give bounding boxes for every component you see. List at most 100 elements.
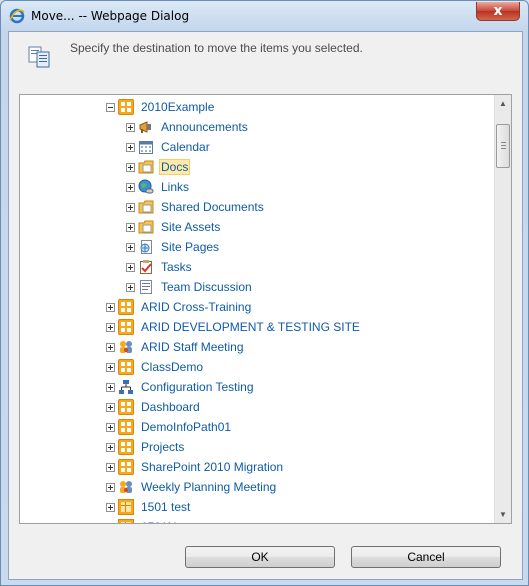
destination-tree[interactable]: 2010Example Announcements Calendar Docs Link… bbox=[19, 94, 512, 524]
tree-node-label[interactable]: ARID DEVELOPMENT & TESTING SITE bbox=[139, 319, 362, 335]
expand-icon[interactable] bbox=[106, 482, 115, 492]
expand-icon[interactable] bbox=[106, 382, 115, 392]
chevron-up-icon: ▲ bbox=[499, 99, 507, 108]
expand-icon[interactable] bbox=[106, 402, 115, 412]
tree-node-label[interactable]: Configuration Testing bbox=[139, 379, 256, 395]
tree-node[interactable]: Dashboard bbox=[106, 397, 202, 417]
scroll-thumb[interactable] bbox=[496, 124, 510, 168]
tree-node-label[interactable]: DemoInfoPath01 bbox=[139, 419, 233, 435]
vertical-scrollbar[interactable]: ▲ ▼ bbox=[494, 95, 511, 523]
expand-icon[interactable] bbox=[126, 262, 135, 272]
document-library-icon bbox=[138, 159, 154, 175]
tree-node[interactable]: 2010Example bbox=[106, 97, 216, 117]
tree-node[interactable]: Site Assets bbox=[126, 217, 222, 237]
instruction-header: Specify the destination to move the item… bbox=[9, 32, 522, 90]
site-icon bbox=[118, 299, 134, 315]
tree-node[interactable]: Announcements bbox=[126, 117, 250, 137]
grip-line bbox=[501, 145, 506, 146]
tree-node[interactable]: Docs bbox=[126, 157, 191, 177]
site-icon bbox=[118, 319, 134, 335]
tree-node[interactable]: Projects bbox=[106, 437, 186, 457]
tree-node[interactable]: 1501New bbox=[106, 517, 194, 523]
tree-node-label[interactable]: SharePoint 2010 Migration bbox=[139, 459, 285, 475]
ok-button[interactable]: OK bbox=[185, 546, 335, 568]
close-button[interactable]: x bbox=[476, 2, 520, 21]
expand-icon[interactable] bbox=[106, 342, 115, 352]
scroll-down-button[interactable]: ▼ bbox=[495, 506, 511, 523]
window-title: Move... -- Webpage Dialog bbox=[31, 9, 190, 23]
tree-node-label[interactable]: Team Discussion bbox=[159, 279, 254, 295]
tree-node[interactable]: Weekly Planning Meeting bbox=[106, 477, 278, 497]
expand-icon[interactable] bbox=[126, 182, 135, 192]
instruction-text: Specify the destination to move the item… bbox=[70, 41, 363, 55]
internet-explorer-icon bbox=[9, 8, 25, 24]
tree-node-label[interactable]: 1501 test bbox=[139, 499, 192, 515]
tree-node-label[interactable]: Links bbox=[159, 179, 191, 195]
document-library-icon bbox=[138, 219, 154, 235]
tree-node[interactable]: 1501 test bbox=[106, 497, 192, 517]
tree-node[interactable]: ARID DEVELOPMENT & TESTING SITE bbox=[106, 317, 362, 337]
expand-icon[interactable] bbox=[106, 322, 115, 332]
dialog-body: Specify the destination to move the item… bbox=[8, 31, 523, 580]
grip-line bbox=[501, 148, 506, 149]
tree-node-label[interactable]: 2010Example bbox=[139, 99, 216, 115]
expand-icon[interactable] bbox=[126, 202, 135, 212]
tree-node-label[interactable]: Projects bbox=[139, 439, 186, 455]
scroll-up-button[interactable]: ▲ bbox=[495, 95, 511, 112]
expand-icon[interactable] bbox=[106, 362, 115, 372]
expand-icon[interactable] bbox=[106, 502, 115, 512]
expand-icon[interactable] bbox=[106, 422, 115, 432]
tree-node[interactable]: Team Discussion bbox=[126, 277, 254, 297]
tree-node-label[interactable]: ClassDemo bbox=[139, 359, 205, 375]
grip-line bbox=[501, 142, 506, 143]
tree-node-label[interactable]: 1501New bbox=[139, 519, 194, 523]
tree-node[interactable]: Links bbox=[126, 177, 191, 197]
expand-icon[interactable] bbox=[106, 462, 115, 472]
table-site-icon bbox=[118, 519, 134, 523]
tree-node[interactable]: ARID Staff Meeting bbox=[106, 337, 246, 357]
tree-node[interactable]: Calendar bbox=[126, 137, 212, 157]
expand-icon[interactable] bbox=[126, 282, 135, 292]
expand-icon[interactable] bbox=[106, 442, 115, 452]
site-pages-icon bbox=[138, 239, 154, 255]
site-icon bbox=[118, 419, 134, 435]
document-library-icon bbox=[138, 199, 154, 215]
expand-icon[interactable] bbox=[106, 522, 115, 523]
tree-node-label[interactable]: ARID Cross-Training bbox=[139, 299, 253, 315]
chevron-down-icon: ▼ bbox=[499, 510, 507, 519]
expand-icon[interactable] bbox=[106, 302, 115, 312]
cancel-button[interactable]: Cancel bbox=[351, 546, 501, 568]
tree-node[interactable]: Shared Documents bbox=[126, 197, 266, 217]
site-icon bbox=[118, 399, 134, 415]
calendar-icon bbox=[138, 139, 154, 155]
expand-icon[interactable] bbox=[126, 222, 135, 232]
tree-node-label[interactable]: Site Pages bbox=[159, 239, 221, 255]
expand-icon[interactable] bbox=[126, 142, 135, 152]
tree-node-label[interactable]: Announcements bbox=[159, 119, 250, 135]
tree-node-label[interactable]: Calendar bbox=[159, 139, 212, 155]
site-icon bbox=[118, 459, 134, 475]
title-bar[interactable]: Move... -- Webpage Dialog x bbox=[1, 1, 528, 31]
site-icon bbox=[118, 439, 134, 455]
expand-icon[interactable] bbox=[126, 242, 135, 252]
tree-node-label[interactable]: ARID Staff Meeting bbox=[139, 339, 246, 355]
tree-node-label[interactable]: Docs bbox=[159, 159, 191, 175]
tree-node[interactable]: Configuration Testing bbox=[106, 377, 256, 397]
expand-icon[interactable] bbox=[126, 162, 135, 172]
tree-node[interactable]: Site Pages bbox=[126, 237, 221, 257]
tasks-icon bbox=[138, 259, 154, 275]
tree-node[interactable]: Tasks bbox=[126, 257, 194, 277]
tree-node-label[interactable]: Shared Documents bbox=[159, 199, 266, 215]
collapse-icon[interactable] bbox=[106, 102, 115, 112]
table-site-icon bbox=[118, 499, 134, 515]
expand-icon[interactable] bbox=[126, 122, 135, 132]
tree-node-label[interactable]: Weekly Planning Meeting bbox=[139, 479, 278, 495]
tree-node[interactable]: ClassDemo bbox=[106, 357, 205, 377]
tree-node[interactable]: DemoInfoPath01 bbox=[106, 417, 233, 437]
tree-node-label[interactable]: Dashboard bbox=[139, 399, 202, 415]
tree-node-label[interactable]: Site Assets bbox=[159, 219, 222, 235]
tree-node[interactable]: ARID Cross-Training bbox=[106, 297, 253, 317]
tree-node[interactable]: SharePoint 2010 Migration bbox=[106, 457, 285, 477]
tree-node-label[interactable]: Tasks bbox=[159, 259, 194, 275]
meeting-icon bbox=[118, 339, 134, 355]
